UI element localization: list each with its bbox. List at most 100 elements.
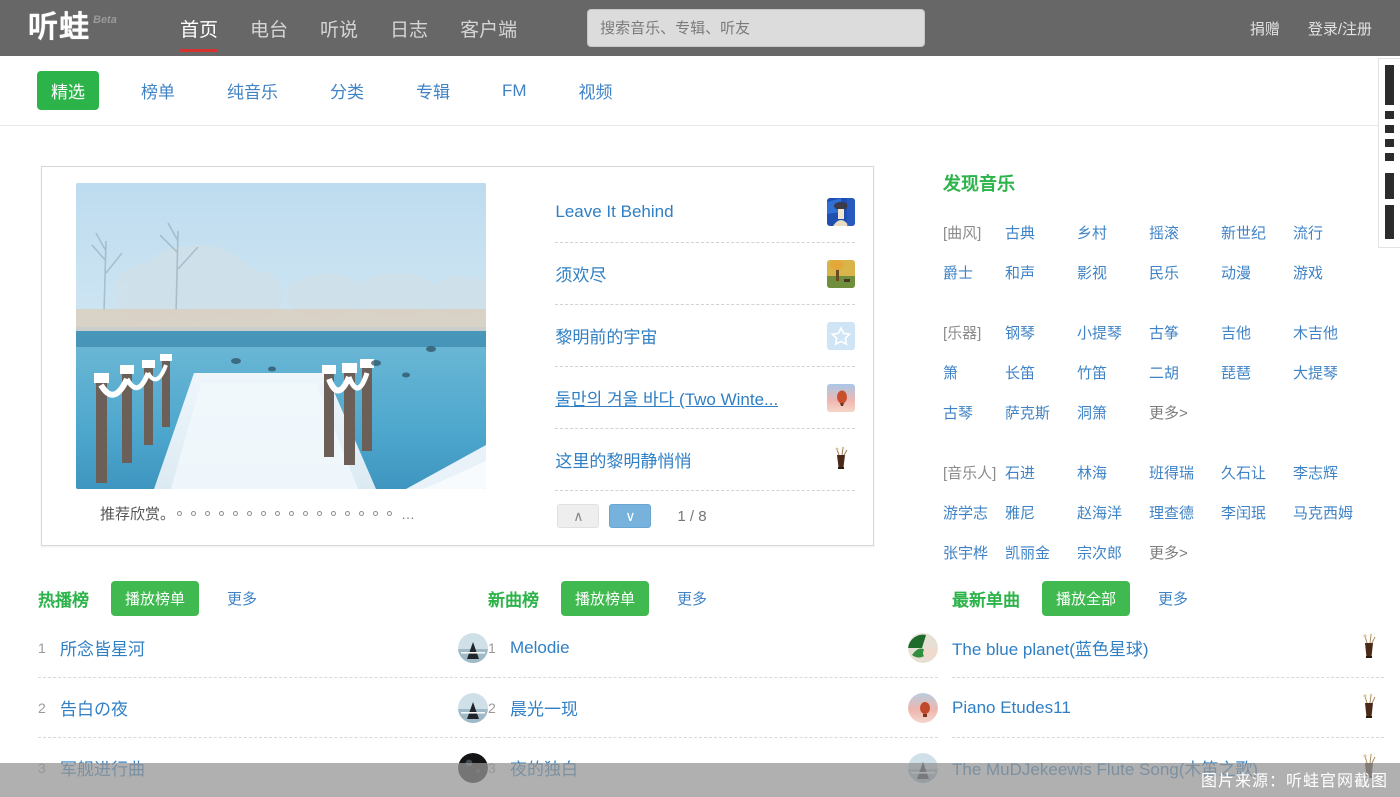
nav-item-tingshuo[interactable]: 听说: [320, 0, 358, 56]
nav-item-home[interactable]: 首页: [180, 0, 219, 56]
carousel-dot[interactable]: [331, 511, 337, 516]
nav-item-journal[interactable]: 日志: [390, 0, 428, 56]
discover-group-label: [曲风]: [943, 224, 982, 242]
search-input[interactable]: [600, 19, 913, 37]
discover-tag[interactable]: 大提琴: [1293, 362, 1365, 383]
carousel-dot[interactable]: [373, 511, 379, 516]
playlist-item[interactable]: 둘만의 겨울 바다 (Two Winte...: [555, 367, 855, 429]
nav-item-radio[interactable]: 电台: [250, 0, 288, 56]
carousel-dot[interactable]: [387, 511, 393, 516]
song-row[interactable]: 2 晨光一现: [488, 678, 938, 738]
more-link[interactable]: 更多: [227, 588, 257, 609]
discover-tag[interactable]: 游戏: [1293, 262, 1365, 283]
discover-tag[interactable]: 二胡: [1149, 362, 1221, 383]
discover-tag[interactable]: 马克西姆: [1293, 502, 1365, 523]
discover-tag[interactable]: 班得瑞: [1149, 462, 1221, 483]
discover-tag[interactable]: 和声: [1005, 262, 1077, 283]
play-list-button[interactable]: 播放榜单: [561, 580, 650, 616]
discover-tag[interactable]: 民乐: [1149, 262, 1221, 283]
donate-link[interactable]: 捐赠: [1250, 18, 1280, 39]
carousel-dot[interactable]: [261, 511, 267, 516]
carousel-dots-ellipsis[interactable]: …: [401, 506, 417, 522]
discover-tag[interactable]: 萨克斯: [1005, 402, 1077, 423]
discover-tag[interactable]: 石进: [1005, 462, 1077, 483]
discover-tag[interactable]: 李志辉: [1293, 462, 1365, 483]
discover-tag[interactable]: 影视: [1077, 262, 1149, 283]
playlist-item[interactable]: Leave It Behind: [555, 181, 855, 243]
song-row[interactable]: 2 告白の夜: [38, 678, 488, 738]
more-link[interactable]: 更多: [677, 588, 707, 609]
discover-tag[interactable]: 小提琴: [1077, 322, 1149, 343]
playlist-prev-button[interactable]: ∧: [557, 504, 600, 528]
discover-tag[interactable]: 乡村: [1077, 222, 1149, 243]
discover-tag[interactable]: 张宇桦: [943, 542, 1005, 563]
carousel-dot[interactable]: [177, 511, 183, 516]
discover-tag[interactable]: 赵海洋: [1077, 502, 1149, 523]
song-row[interactable]: Piano Etudes11: [952, 678, 1384, 738]
discover-tag[interactable]: 洞箫: [1077, 402, 1149, 423]
discover-tag[interactable]: 新世纪: [1221, 222, 1293, 243]
play-all-button[interactable]: 播放全部: [1042, 580, 1131, 616]
discover-tag[interactable]: 摇滚: [1149, 222, 1221, 243]
discover-tag[interactable]: 林海: [1077, 462, 1149, 483]
discover-tag[interactable]: 凯丽金: [1005, 542, 1077, 563]
site-logo[interactable]: 听蛙 Beta: [28, 12, 180, 44]
discover-tag[interactable]: 箫: [943, 362, 1005, 383]
discover-tag[interactable]: 雅尼: [1005, 502, 1077, 523]
discover-tag[interactable]: 理查德: [1149, 502, 1221, 523]
discover-tag[interactable]: 琵琶: [1221, 362, 1293, 383]
playlist-item[interactable]: 须欢尽: [555, 243, 855, 305]
subnav-item-fm[interactable]: FM: [502, 81, 527, 101]
carousel-hero-image[interactable]: [76, 183, 486, 489]
carousel-dot[interactable]: [289, 511, 295, 516]
carousel-dot-indicators[interactable]: …: [177, 506, 417, 522]
song-row[interactable]: 1 所念皆星河: [38, 618, 488, 678]
carousel-dot[interactable]: [303, 511, 309, 516]
discover-tag[interactable]: 吉他: [1221, 322, 1293, 343]
playlist-item[interactable]: 黎明前的宇宙: [555, 305, 855, 367]
discover-tag[interactable]: 古典: [1005, 222, 1077, 243]
song-row[interactable]: 1 Melodie: [488, 618, 938, 678]
carousel-dot[interactable]: [345, 511, 351, 516]
subnav-item-categories[interactable]: 分类: [330, 78, 364, 103]
login-register-link[interactable]: 登录/注册: [1308, 18, 1372, 39]
carousel-dot[interactable]: [233, 511, 239, 516]
subnav-item-pure-music[interactable]: 纯音乐: [227, 78, 278, 103]
discover-more-link[interactable]: 更多>: [1149, 542, 1221, 563]
nav-item-client[interactable]: 客户端: [460, 0, 517, 56]
discover-tag[interactable]: 木吉他: [1293, 322, 1365, 343]
carousel-dot[interactable]: [275, 511, 281, 516]
carousel-dot[interactable]: [205, 511, 211, 516]
discover-more-link[interactable]: 更多>: [1149, 402, 1221, 423]
search-box[interactable]: [587, 9, 926, 47]
discover-tag[interactable]: 游学志: [943, 502, 1005, 523]
discover-tag[interactable]: 钢琴: [1005, 322, 1077, 343]
discover-tag[interactable]: 古筝: [1149, 322, 1221, 343]
subnav-item-featured[interactable]: 精选: [37, 71, 99, 110]
subnav-item-albums[interactable]: 专辑: [416, 78, 450, 103]
discover-tag[interactable]: 竹笛: [1077, 362, 1149, 383]
discover-tag[interactable]: 爵士: [943, 262, 1005, 283]
discover-tag[interactable]: 流行: [1293, 222, 1365, 243]
play-list-button[interactable]: 播放榜单: [111, 580, 200, 616]
discover-tag[interactable]: 长笛: [1005, 362, 1077, 383]
playlist-next-button[interactable]: ∨: [609, 504, 652, 528]
discover-tag[interactable]: 李闰珉: [1221, 502, 1293, 523]
avatar-graphic: [908, 632, 938, 663]
song-row[interactable]: The blue planet(蓝色星球): [952, 618, 1384, 678]
subnav-item-charts[interactable]: 榜单: [141, 78, 175, 103]
carousel-dot[interactable]: [247, 511, 253, 516]
carousel-dot[interactable]: [191, 511, 197, 516]
avatar-graphic: [1354, 632, 1384, 663]
playlist-item[interactable]: 这里的黎明静悄悄: [555, 429, 855, 491]
discover-tag[interactable]: 古琴: [943, 402, 1005, 423]
carousel-dot[interactable]: [359, 511, 365, 516]
more-link[interactable]: 更多: [1158, 588, 1188, 609]
discover-tag[interactable]: 动漫: [1221, 262, 1293, 283]
subnav-item-video[interactable]: 视频: [579, 78, 613, 103]
discover-tag[interactable]: 宗次郎: [1077, 542, 1149, 563]
carousel-dot[interactable]: [219, 511, 225, 516]
right-edge-floating-panel[interactable]: [1378, 58, 1400, 248]
discover-tag[interactable]: 久石让: [1221, 462, 1293, 483]
carousel-dot[interactable]: [317, 511, 323, 516]
